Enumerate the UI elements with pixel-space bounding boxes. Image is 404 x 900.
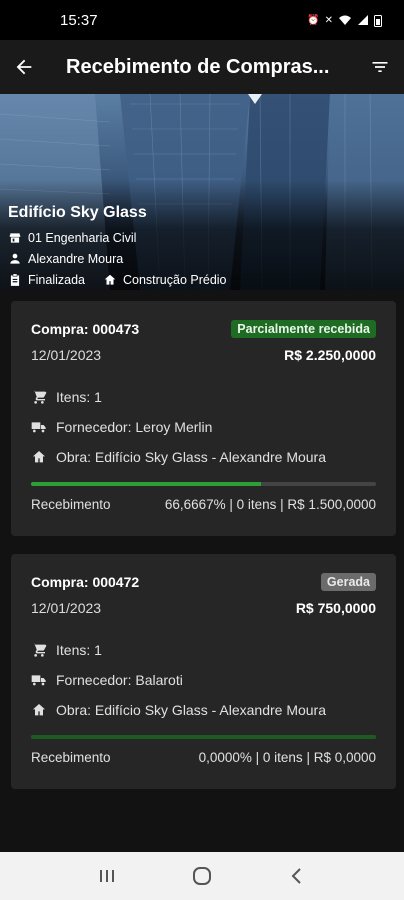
receipt-progress-bar xyxy=(31,735,376,739)
purchase-number: Compra: 000472 xyxy=(31,574,140,590)
purchase-card[interactable]: Compra: 000473 Parcialmente recebida 12/… xyxy=(11,301,396,536)
purchase-number: Compra: 000473 xyxy=(31,321,140,337)
recent-apps-icon xyxy=(100,870,115,882)
project-status-row: Finalizada Construção Prédio xyxy=(8,269,227,290)
home-icon xyxy=(33,451,45,463)
home-icon xyxy=(104,274,116,285)
project-status: Finalizada xyxy=(28,272,85,287)
supplier-row: Fornecedor: Balaroti xyxy=(31,670,376,690)
project-user: Alexandre Moura xyxy=(28,251,124,266)
mute-icon: ✕ xyxy=(324,14,333,26)
items-count: Itens: 1 xyxy=(56,389,102,405)
truck-icon xyxy=(31,422,46,433)
purchase-card[interactable]: Compra: 000472 Gerada 12/01/2023 R$ 750,… xyxy=(11,554,396,789)
recent-apps-button[interactable] xyxy=(87,856,127,896)
wifi-icon xyxy=(339,15,351,25)
work-row: Obra: Edifício Sky Glass - Alexandre Mou… xyxy=(31,700,376,720)
cart-icon xyxy=(32,390,47,404)
status-icons: ⏰ ✕ xyxy=(307,14,382,27)
truck-icon xyxy=(31,675,46,686)
receipt-row: Recebimento 0,0000% | 0 itens | R$ 0,000… xyxy=(31,747,376,767)
project-user-row: Alexandre Moura xyxy=(8,248,227,269)
status-badge: Parcialmente recebida xyxy=(231,320,376,338)
clipboard-icon xyxy=(10,273,20,286)
project-name: Edifício Sky Glass xyxy=(8,204,147,221)
back-button[interactable] xyxy=(0,40,48,94)
home-circle-icon xyxy=(192,867,211,885)
filter-icon xyxy=(372,62,388,72)
receipt-label: Recebimento xyxy=(31,496,111,512)
status-time: 15:37 xyxy=(60,11,98,29)
home-icon xyxy=(33,704,45,716)
items-row: Itens: 1 xyxy=(31,387,376,407)
receipt-progress-fill xyxy=(31,482,261,486)
receipt-label: Recebimento xyxy=(31,749,111,765)
items-row: Itens: 1 xyxy=(31,640,376,660)
project-type: Construção Prédio xyxy=(122,272,227,287)
work-name: Obra: Edifício Sky Glass - Alexandre Mou… xyxy=(56,449,326,465)
receipt-progress-bar xyxy=(31,482,376,486)
purchase-date: 12/01/2023 xyxy=(31,600,102,616)
purchase-total: R$ 2.250,0000 xyxy=(284,347,376,363)
purchase-date: 12/01/2023 xyxy=(31,347,102,363)
signal-icon xyxy=(358,15,368,25)
receipt-summary: 66,6667% | 0 itens | R$ 1.500,0000 xyxy=(164,496,376,512)
supplier-name: Fornecedor: Balaroti xyxy=(56,672,183,688)
person-icon xyxy=(10,253,20,264)
project-header: Edifício Sky Glass 01 Engenharia Civil A… xyxy=(0,94,404,290)
purchase-total: R$ 750,0000 xyxy=(295,600,376,616)
receipt-row: Recebimento 66,6667% | 0 itens | R$ 1.50… xyxy=(31,494,376,514)
project-info: Edifício Sky Glass 01 Engenharia Civil A… xyxy=(8,204,227,290)
items-count: Itens: 1 xyxy=(56,642,102,658)
status-badge: Gerada xyxy=(320,573,376,591)
status-bar: 15:37 ⏰ ✕ xyxy=(0,0,404,40)
app-bar: Recebimento de Compras... xyxy=(0,40,404,94)
arrow-left-icon xyxy=(16,59,32,75)
project-company: 01 Engenharia Civil xyxy=(28,230,137,245)
work-name: Obra: Edifício Sky Glass - Alexandre Mou… xyxy=(56,702,326,718)
page-title: Recebimento de Compras... xyxy=(66,55,330,78)
home-button[interactable] xyxy=(182,856,222,896)
back-nav-button[interactable] xyxy=(277,856,317,896)
filter-button[interactable] xyxy=(356,40,404,94)
supplier-name: Fornecedor: Leroy Merlin xyxy=(56,419,213,435)
project-company-row: 01 Engenharia Civil xyxy=(8,227,227,248)
chevron-left-icon xyxy=(291,868,301,884)
store-icon xyxy=(9,232,21,243)
battery-icon xyxy=(374,14,382,27)
supplier-row: Fornecedor: Leroy Merlin xyxy=(31,417,376,437)
receipt-summary: 0,0000% | 0 itens | R$ 0,0000 xyxy=(198,749,376,765)
system-nav-bar xyxy=(0,852,404,900)
alarm-icon: ⏰ xyxy=(307,14,320,26)
cart-icon xyxy=(32,643,47,657)
work-row: Obra: Edifício Sky Glass - Alexandre Mou… xyxy=(31,447,376,467)
